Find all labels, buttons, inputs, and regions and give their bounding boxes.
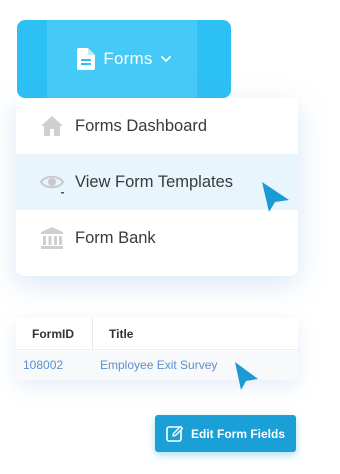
mouse-cursor-icon xyxy=(235,362,258,390)
bank-icon xyxy=(41,227,63,249)
menu-item-label: Form Bank xyxy=(75,228,156,247)
forms-dropdown-menu: Forms Dashboard View Form Templates Form… xyxy=(16,98,298,276)
document-icon xyxy=(77,48,96,70)
forms-button-label: Forms xyxy=(103,49,153,68)
eye-icon xyxy=(40,175,64,194)
edit-form-fields-button[interactable]: Edit Form Fields xyxy=(155,415,296,452)
menu-item-label: Forms Dashboard xyxy=(75,116,208,135)
menu-item-view-form-templates[interactable]: View Form Templates xyxy=(16,154,298,210)
forms-menu-button[interactable]: Forms xyxy=(17,20,231,98)
menu-item-forms-dashboard[interactable]: Forms Dashboard xyxy=(16,98,298,154)
menu-item-label: View Form Templates xyxy=(75,172,234,191)
home-icon xyxy=(41,116,63,136)
menu-item-form-bank[interactable]: Form Bank xyxy=(16,210,298,266)
cell-form-id[interactable]: 108002 xyxy=(23,358,63,372)
cell-form-title[interactable]: Employee Exit Survey xyxy=(100,358,217,372)
edit-icon xyxy=(166,425,184,442)
mouse-cursor-icon xyxy=(262,182,289,212)
forms-button-content: Forms xyxy=(77,48,171,70)
column-header-formid: FormID xyxy=(32,327,74,341)
chevron-down-icon xyxy=(160,55,171,62)
table-header-row: FormID Title xyxy=(16,318,298,350)
edit-form-fields-label: Edit Form Fields xyxy=(190,426,285,441)
column-header-title: Title xyxy=(109,327,134,341)
